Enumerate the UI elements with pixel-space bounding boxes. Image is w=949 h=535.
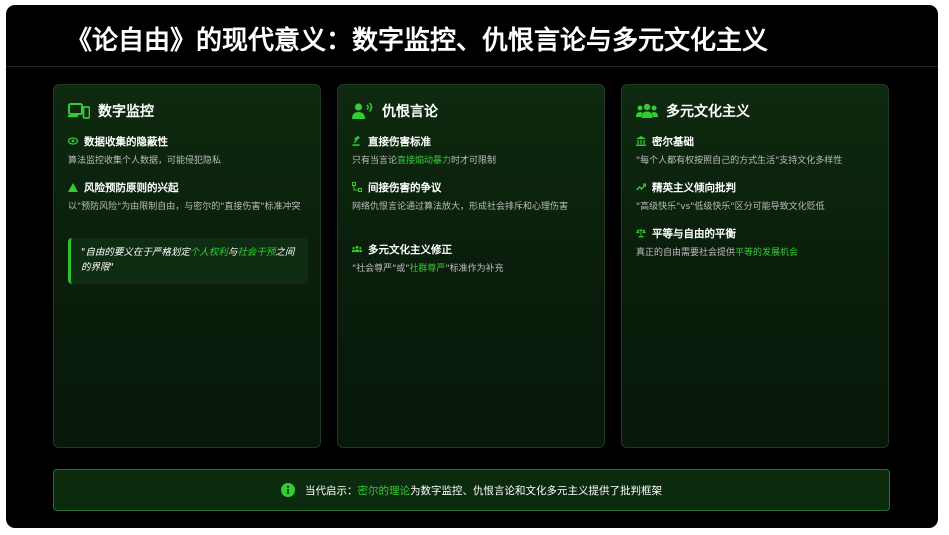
gavel-icon (352, 136, 362, 146)
card-item: 密尔基础 "每个人都有权按照自己的方式生活"支持文化多样性 (636, 133, 876, 169)
item-title: 精英主义倾向批判 (652, 181, 736, 194)
devices-icon (68, 101, 90, 121)
speaking-person-icon (352, 101, 374, 121)
people-group-icon (636, 101, 658, 121)
desc-highlight: 社群尊严 (409, 264, 446, 274)
desc-text: 真正的自由需要社会提供 (636, 248, 736, 258)
network-icon (352, 182, 362, 192)
warning-triangle-icon (68, 182, 78, 192)
card-item: 数据收集的隐蔽性 算法监控收集个人数据，可能侵犯隐私 (68, 133, 308, 169)
desc-text: 时才可限制 (451, 156, 497, 166)
quote-block: "自由的要义在于严格划定个人权利与社会干预之间的界限" (68, 238, 308, 284)
item-desc: 只有当言论直接煽动暴力时才可限制 (352, 154, 592, 169)
card-title: 数字监控 (98, 104, 154, 120)
item-title: 直接伤害标准 (368, 135, 431, 148)
card-item: 直接伤害标准 只有当言论直接煽动暴力时才可限制 (352, 133, 592, 169)
footer-banner: 当代启示：密尔的理论为数字监控、仇恨言论和文化多元主义提供了批判框架 (53, 469, 890, 511)
desc-text: "社会尊严"或" (352, 264, 410, 274)
item-title: 风险预防原则的兴起 (84, 181, 179, 194)
item-desc: "社会尊严"或"社群尊严"标准作为补充 (352, 262, 592, 277)
card-item: 间接伤害的争议 网络仇恨言论通过算法放大，形成社会排斥和心理伤害 (352, 179, 592, 215)
card-item: 平等与自由的平衡 真正的自由需要社会提供平等的发展机会 (636, 225, 876, 261)
item-title: 数据收集的隐蔽性 (84, 135, 168, 148)
quote-text: "自由的要义在于严格划定 (81, 247, 190, 258)
item-desc: "高级快乐"vs"低级快乐"区分可能导致文化贬低 (636, 202, 825, 212)
item-title: 平等与自由的平衡 (652, 227, 736, 240)
footer-body: 为数字监控、仇恨言论和文化多元主义提供了批判框架 (410, 484, 662, 497)
footer-text: 当代启示：密尔的理论为数字监控、仇恨言论和文化多元主义提供了批判框架 (305, 483, 662, 498)
quote-text: 与 (227, 247, 238, 258)
temple-icon (636, 136, 646, 146)
card-header: 多元文化主义 (636, 99, 750, 123)
card-hate-speech: 仇恨言论 直接伤害标准 只有当言论直接煽动暴力时才可限制 间接伤害的争议 网络仇… (337, 84, 605, 448)
card-multiculturalism: 多元文化主义 密尔基础 "每个人都有权按照自己的方式生活"支持文化多样性 精英主… (621, 84, 889, 448)
info-icon (281, 483, 295, 497)
card-item: 风险预防原则的兴起 以"预防风险"为由限制自由，与密尔的"直接伤害"标准冲突 (68, 179, 308, 215)
eye-icon (68, 136, 78, 146)
quote-highlight: 社会干预 (237, 247, 276, 258)
footer-label: 当代启示： (305, 484, 358, 497)
title-divider (6, 66, 938, 67)
card-item: 精英主义倾向批判 "高级快乐"vs"低级快乐"区分可能导致文化贬低 (636, 179, 876, 215)
quote-highlight: 个人权利 (189, 247, 228, 258)
card-title: 仇恨言论 (382, 104, 438, 120)
card-item: 多元文化主义修正 "社会尊严"或"社群尊严"标准作为补充 (352, 241, 592, 277)
card-header: 仇恨言论 (352, 99, 438, 123)
desc-text: 只有当言论 (352, 156, 398, 166)
desc-highlight: 平等的发展机会 (735, 248, 799, 258)
page-title: 《论自由》的现代意义：数字监控、仇恨言论与多元文化主义 (66, 26, 769, 56)
item-desc: 真正的自由需要社会提供平等的发展机会 (636, 246, 876, 261)
item-desc: 算法监控收集个人数据，可能侵犯隐私 (68, 156, 222, 166)
item-desc: "每个人都有权按照自己的方式生活"支持文化多样性 (636, 156, 843, 166)
item-desc: 网络仇恨言论通过算法放大，形成社会排斥和心理伤害 (352, 202, 569, 212)
group-icon (352, 244, 362, 254)
footer-highlight: 密尔的理论 (357, 484, 411, 497)
card-title: 多元文化主义 (666, 104, 750, 120)
card-digital-surveillance: 数字监控 数据收集的隐蔽性 算法监控收集个人数据，可能侵犯隐私 风险预防原则的兴… (53, 84, 321, 448)
card-header: 数字监控 (68, 99, 154, 123)
item-title: 间接伤害的争议 (368, 181, 442, 194)
desc-highlight: 直接煽动暴力 (397, 156, 452, 166)
slide: 《论自由》的现代意义：数字监控、仇恨言论与多元文化主义 数字监控 数据收集的隐蔽… (6, 5, 938, 528)
trend-up-icon (636, 182, 646, 192)
item-title: 密尔基础 (652, 135, 694, 148)
balance-scale-icon (636, 228, 646, 238)
item-title: 多元文化主义修正 (368, 243, 452, 256)
desc-text: "标准作为补充 (445, 264, 504, 274)
item-desc: 以"预防风险"为由限制自由，与密尔的"直接伤害"标准冲突 (68, 202, 301, 212)
